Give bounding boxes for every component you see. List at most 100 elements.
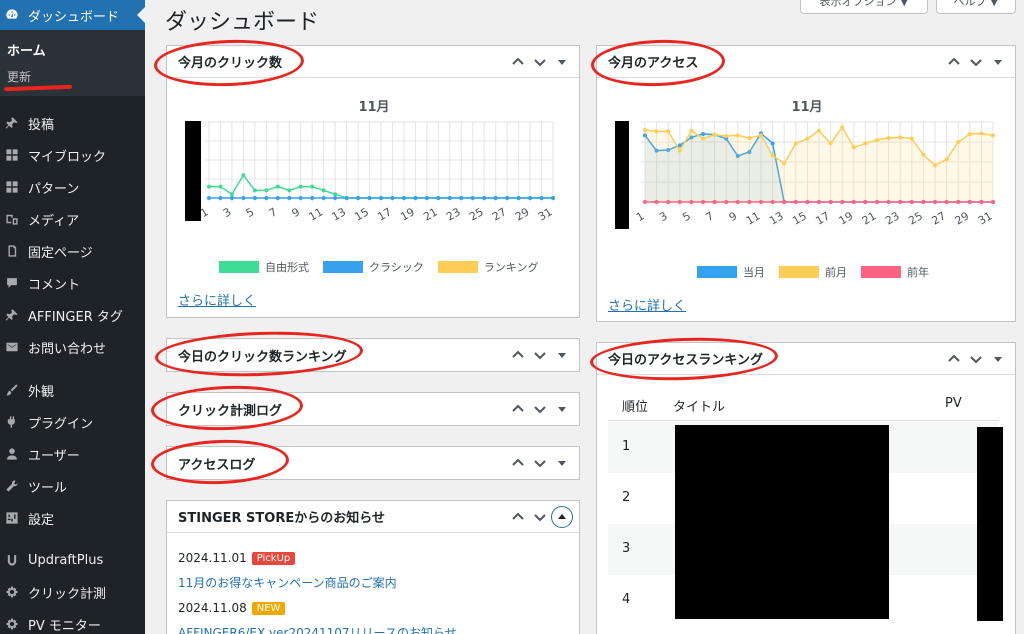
- page-title: ダッシュボード: [165, 10, 320, 35]
- toggle-panel-icon[interactable]: [551, 452, 573, 474]
- sidebar-item-11[interactable]: ツール: [0, 471, 145, 501]
- legend-swatch: [779, 266, 819, 278]
- screen-options-button[interactable]: 表示オプション ▼: [800, 0, 928, 14]
- data-point: [898, 200, 903, 204]
- data-point: [956, 140, 961, 144]
- sidebar-item-14[interactable]: クリック計測: [0, 577, 145, 607]
- data-point: [712, 200, 717, 204]
- data-point: [493, 196, 498, 200]
- x-tick-label: 5: [680, 209, 693, 224]
- submenu-home[interactable]: ホーム: [7, 40, 46, 59]
- sidebar-item-10[interactable]: ユーザー: [0, 439, 145, 469]
- data-point: [851, 200, 856, 204]
- x-tick-label: 29: [953, 209, 972, 227]
- legend-item[interactable]: 自由形式: [219, 259, 309, 275]
- x-tick-label: 19: [398, 205, 417, 223]
- move-down-icon[interactable]: [965, 51, 987, 73]
- x-tick-label: 3: [221, 205, 234, 220]
- news-link[interactable]: 11月のお得なキャンペーン商品のご案内: [178, 574, 397, 591]
- sidebar-item-label: ユーザー: [28, 448, 80, 464]
- move-down-icon[interactable]: [529, 344, 551, 366]
- sidebar-item-8[interactable]: 外観: [0, 375, 145, 405]
- data-point: [356, 196, 361, 200]
- widget-controls: [507, 447, 573, 479]
- data-point: [724, 200, 729, 204]
- toggle-panel-icon[interactable]: [987, 51, 1009, 73]
- data-point: [933, 163, 937, 168]
- data-point: [333, 196, 338, 200]
- more-details-link[interactable]: さらに詳しく: [608, 295, 686, 314]
- sidebar-item-6[interactable]: AFFINGER タグ: [0, 300, 145, 330]
- sidebar-item-2[interactable]: パターン: [0, 172, 145, 202]
- x-tick-label: 11: [307, 205, 326, 223]
- sidebar-item-9[interactable]: プラグイン: [0, 407, 145, 437]
- move-down-icon[interactable]: [529, 506, 551, 528]
- x-tick-label: 21: [421, 205, 440, 223]
- x-tick-label: 5: [244, 205, 257, 220]
- media-icon: [5, 212, 19, 226]
- grid-icon: [5, 148, 19, 162]
- move-up-icon[interactable]: [943, 51, 965, 73]
- data-point: [447, 196, 452, 200]
- data-point: [505, 196, 510, 200]
- sidebar-item-12[interactable]: 設定: [0, 503, 145, 533]
- move-down-icon[interactable]: [529, 452, 551, 474]
- news-date-text: 2024.11.08: [178, 601, 247, 615]
- move-up-icon[interactable]: [943, 348, 965, 370]
- more-details-link[interactable]: さらに詳しく: [178, 290, 256, 309]
- move-up-icon[interactable]: [507, 452, 529, 474]
- menu-dashboard[interactable]: ダッシュボード: [0, 0, 145, 30]
- sidebar-item-4[interactable]: 固定ページ: [0, 236, 145, 266]
- current-menu-arrow: [137, 7, 145, 23]
- sidebar-item-15[interactable]: PV モニター: [0, 609, 145, 634]
- legend-item[interactable]: 当月: [697, 264, 765, 280]
- data-point: [967, 132, 972, 136]
- x-tick-label: 27: [929, 209, 948, 227]
- pickup-badge: PickUp: [251, 551, 296, 565]
- legend-item[interactable]: 前月: [779, 264, 847, 280]
- data-point: [241, 196, 246, 200]
- x-tick-label: 25: [906, 209, 925, 227]
- legend-label: 前月: [825, 266, 847, 279]
- data-point: [643, 128, 647, 132]
- data-point: [759, 200, 763, 204]
- data-point: [921, 200, 926, 204]
- move-down-icon[interactable]: [965, 348, 987, 370]
- data-point: [539, 196, 544, 200]
- move-up-icon[interactable]: [507, 51, 529, 73]
- sidebar-item-5[interactable]: コメント: [0, 268, 145, 298]
- widget-header: 今日のアクセスランキング: [597, 343, 1015, 375]
- sidebar-item-7[interactable]: お問い合わせ: [0, 332, 145, 362]
- data-point: [229, 192, 234, 197]
- sidebar-item-0[interactable]: 投稿: [0, 108, 145, 138]
- sidebar-item-3[interactable]: メディア: [0, 204, 145, 234]
- toggle-panel-icon[interactable]: [551, 398, 573, 420]
- toggle-panel-icon[interactable]: [551, 344, 573, 366]
- toggle-panel-icon[interactable]: [987, 348, 1009, 370]
- news-date: 2024.11.08 NEW: [178, 601, 286, 615]
- legend-item[interactable]: 前年: [861, 264, 929, 280]
- sidebar-item-1[interactable]: マイブロック: [0, 140, 145, 170]
- data-point: [218, 184, 223, 189]
- legend-item[interactable]: クラシック: [323, 259, 424, 275]
- move-up-icon[interactable]: [507, 344, 529, 366]
- move-up-icon[interactable]: [507, 506, 529, 528]
- sidebar-item-13[interactable]: UpdraftPlus: [0, 545, 145, 575]
- move-down-icon[interactable]: [529, 51, 551, 73]
- sidebar-item-label: メディア: [28, 213, 80, 229]
- legend-item[interactable]: ランキング: [437, 259, 538, 275]
- data-point: [367, 196, 372, 200]
- submenu-update[interactable]: 更新: [7, 68, 31, 85]
- toggle-panel-icon[interactable]: [551, 506, 573, 528]
- data-point: [413, 196, 418, 200]
- widget-title: 今月のクリック数: [178, 56, 283, 71]
- toggle-panel-icon[interactable]: [551, 51, 573, 73]
- x-tick-label: 31: [976, 209, 995, 227]
- news-link[interactable]: AFFINGER6/EX ver20241107リリースのお知らせ: [178, 624, 457, 634]
- data-point: [886, 136, 891, 140]
- help-button[interactable]: ヘルプ ▼: [936, 0, 1016, 14]
- move-down-icon[interactable]: [529, 398, 551, 420]
- widget-title: クリック計測ログ: [178, 403, 283, 419]
- move-up-icon[interactable]: [507, 398, 529, 420]
- widget-header: 今月のクリック数: [167, 46, 579, 78]
